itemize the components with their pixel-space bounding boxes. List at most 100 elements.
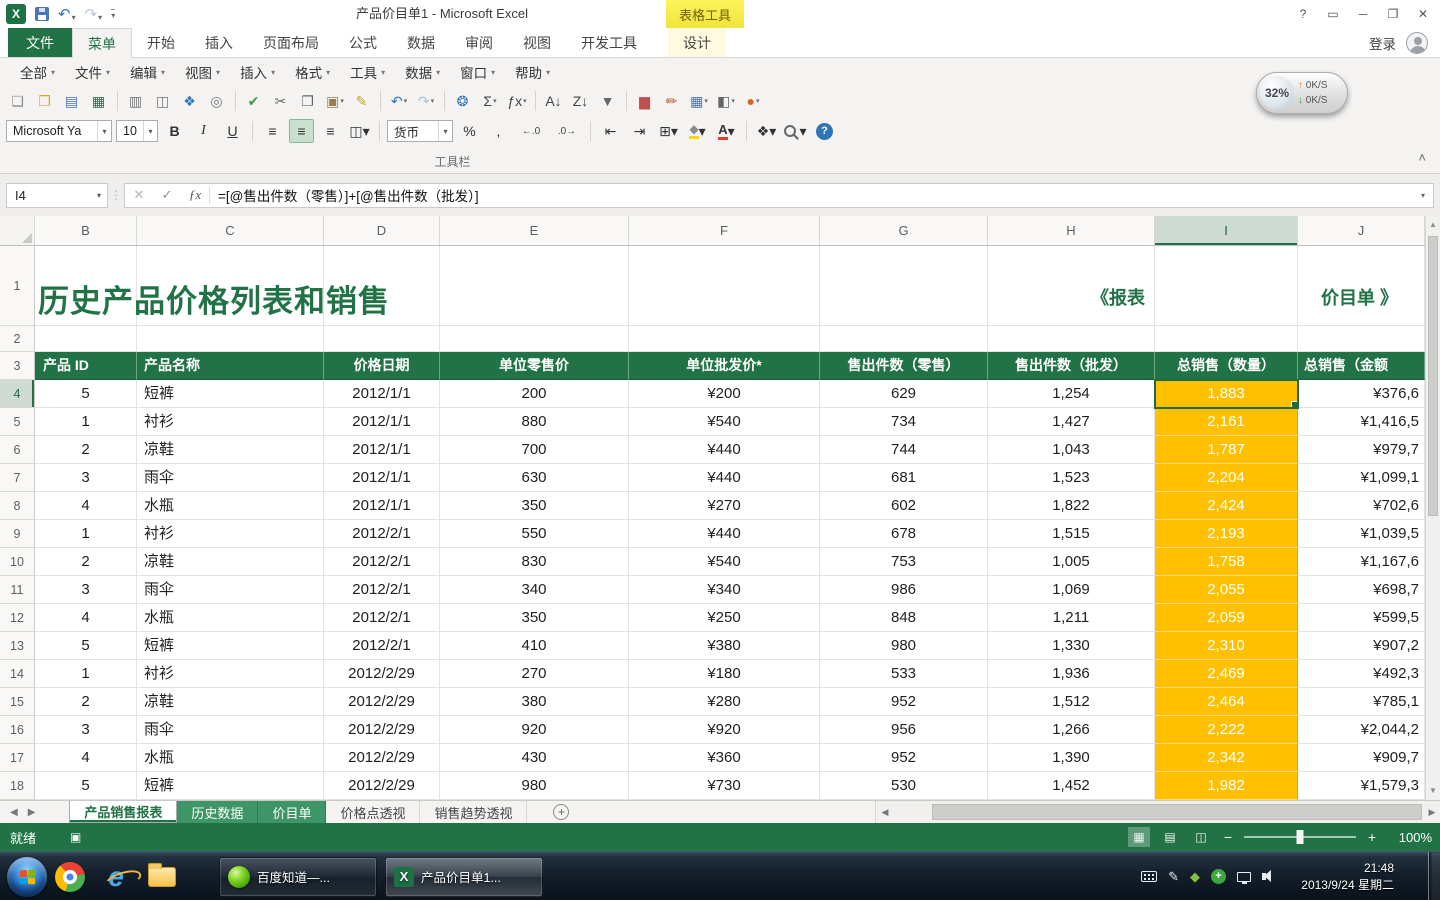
cell-units-sold-retail[interactable]: 681 [820,464,988,492]
cell-units-sold-retail[interactable]: 952 [820,688,988,716]
vertical-scrollbar[interactable]: ▲ ▼ [1425,216,1440,800]
comment-icon[interactable]: ● ▾ [741,89,765,113]
align-left-icon[interactable]: ≡ [260,119,285,143]
cell-product-id[interactable]: 5 [35,772,137,800]
cell-unit-retail-price[interactable]: 830 [440,548,629,576]
menu-item[interactable]: 插入 ▾ [230,59,285,85]
insert-function-icon[interactable]: ƒx ▾ [505,89,529,113]
cell-unit-wholesale-price[interactable]: ¥280 [629,688,820,716]
cell[interactable] [35,326,137,352]
file-explorer-icon[interactable] [139,852,185,900]
decrease-indent-icon[interactable]: ⇤ [598,119,623,143]
number-format-select[interactable]: 货币▾ [387,120,453,142]
row-header[interactable]: 6 [0,436,35,464]
cell-unit-wholesale-price[interactable]: ¥540 [629,548,820,576]
cell-price-date[interactable]: 2012/2/29 [324,660,440,688]
cell-product-id[interactable]: 2 [35,688,137,716]
cell-unit-retail-price[interactable]: 550 [440,520,629,548]
cell-unit-wholesale-price[interactable]: ¥200 [629,380,820,408]
sheet-tab-price-list[interactable]: 价目单 [258,801,326,823]
comma-style-icon[interactable]: , [486,119,511,143]
cell-product-id[interactable]: 3 [35,716,137,744]
tab-page-layout[interactable]: 页面布局 [248,28,334,57]
cell-product-name[interactable]: 凉鞋 [137,688,324,716]
cell-price-date[interactable]: 2012/2/29 [324,716,440,744]
increase-decimal-icon[interactable]: ←.0 [515,119,547,143]
cell-price-date[interactable]: 2012/2/1 [324,520,440,548]
cell-product-id[interactable]: 1 [35,660,137,688]
row-header[interactable]: 5 [0,408,35,436]
cell[interactable] [820,246,988,326]
chart-icon[interactable]: ▆ [633,89,657,113]
cell-unit-retail-price[interactable]: 430 [440,744,629,772]
cell-units-sold-retail[interactable]: 753 [820,548,988,576]
cell-price-date[interactable]: 2012/2/29 [324,772,440,800]
volume-icon[interactable] [1262,873,1266,880]
scroll-down-icon[interactable]: ▼ [1426,782,1440,800]
cell-unit-retail-price[interactable]: 340 [440,576,629,604]
cell-units-sold-retail[interactable]: 530 [820,772,988,800]
cell-units-sold-wholesale[interactable]: 1,254 [988,380,1155,408]
cell-units-sold-retail[interactable]: 848 [820,604,988,632]
cell-total-sales-qty[interactable]: 1,758 [1155,548,1298,576]
cell-product-name[interactable]: 衬衫 [137,408,324,436]
cell[interactable] [1155,326,1298,352]
cell-price-date[interactable]: 2012/2/1 [324,576,440,604]
cell-product-name[interactable]: 短裤 [137,380,324,408]
cell-total-sales-amount[interactable]: ¥1,167,6 [1298,548,1425,576]
cell-total-sales-amount[interactable]: ¥1,039,5 [1298,520,1425,548]
cut-icon[interactable]: ✂ [269,89,293,113]
cell[interactable] [440,246,629,326]
pane-options-icon[interactable]: ❖▾ [754,119,779,143]
cell-product-name[interactable]: 短裤 [137,632,324,660]
expand-formula-bar-icon[interactable]: ▾ [1413,191,1433,200]
cell-product-name[interactable]: 水瓶 [137,492,324,520]
excel-file-icon[interactable]: ▦ [87,89,111,113]
cell-unit-wholesale-price[interactable]: ¥360 [629,744,820,772]
font-color-icon[interactable]: A▾ [714,119,739,143]
report-nav-link[interactable]: 《报表 [1091,284,1145,310]
cell-product-name[interactable]: 短裤 [137,772,324,800]
cell-product-id[interactable]: 2 [35,548,137,576]
horizontal-scroll-thumb[interactable] [932,804,1422,820]
cell-product-id[interactable]: 2 [35,436,137,464]
cell-units-sold-wholesale[interactable]: 1,936 [988,660,1155,688]
cell-price-date[interactable]: 2012/2/1 [324,604,440,632]
cell-total-sales-qty[interactable]: 2,464 [1155,688,1298,716]
maximize-button[interactable]: ❐ [1378,0,1408,28]
cell-product-id[interactable]: 1 [35,408,137,436]
cell-total-sales-qty[interactable]: 2,424 [1155,492,1298,520]
cell-unit-retail-price[interactable]: 880 [440,408,629,436]
cell-unit-wholesale-price[interactable]: ¥380 [629,632,820,660]
cell-product-name[interactable]: 凉鞋 [137,548,324,576]
cell-total-sales-qty[interactable]: 2,055 [1155,576,1298,604]
cell-unit-retail-price[interactable]: 920 [440,716,629,744]
cell-price-date[interactable]: 2012/1/1 [324,408,440,436]
cell-product-id[interactable]: 3 [35,464,137,492]
paste-icon[interactable]: ▣ ▾ [323,89,347,113]
taskbar-app-excel[interactable]: X 产品价目单1... [385,857,543,897]
cell-product-id[interactable]: 4 [35,492,137,520]
cell[interactable] [1298,326,1425,352]
table-icon[interactable]: ▦ ▾ [687,89,711,113]
tab-file[interactable]: 文件 [8,28,72,57]
cell-total-sales-amount[interactable]: ¥907,2 [1298,632,1425,660]
tab-design[interactable]: 设计 [668,28,726,57]
row-header[interactable]: 11 [0,576,35,604]
column-header[interactable]: H [988,216,1155,245]
freeze-panes-icon[interactable]: ◧ ▾ [714,89,738,113]
excel-app-icon[interactable]: X [6,4,26,24]
table-header-cell[interactable]: 产品 ID [35,352,137,380]
cell-total-sales-qty[interactable]: 2,342 [1155,744,1298,772]
cell-units-sold-wholesale[interactable]: 1,452 [988,772,1155,800]
print-preview-icon[interactable]: ◫ [151,89,175,113]
print-icon[interactable]: ▥ [124,89,148,113]
cell-total-sales-qty[interactable]: 1,982 [1155,772,1298,800]
cell-units-sold-wholesale[interactable]: 1,043 [988,436,1155,464]
column-header[interactable]: J [1298,216,1425,245]
row-header[interactable]: 16 [0,716,35,744]
network-speed-widget[interactable]: 32% ↑ 0K/S ↓ 0K/S [1256,72,1348,114]
align-center-icon[interactable]: ≡ [289,119,314,143]
normal-view-icon[interactable]: ▦ [1128,827,1150,847]
cell-unit-retail-price[interactable]: 270 [440,660,629,688]
